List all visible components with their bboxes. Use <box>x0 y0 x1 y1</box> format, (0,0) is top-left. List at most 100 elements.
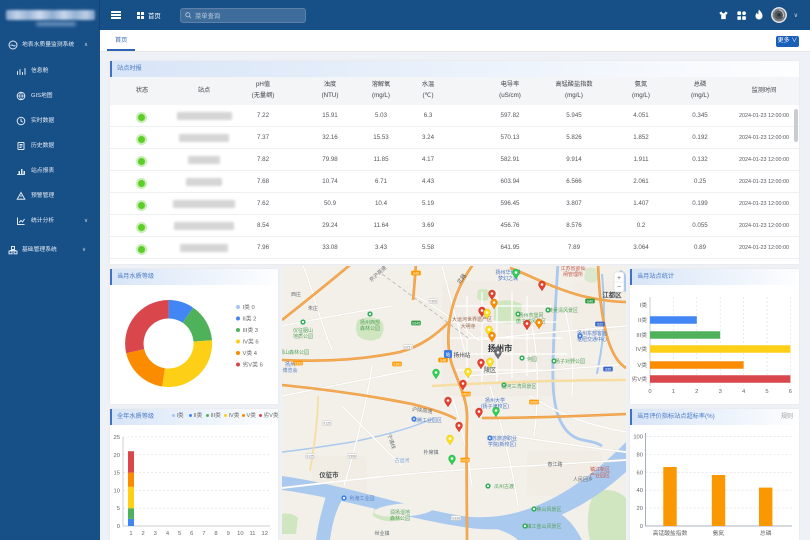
svg-text:西庄: 西庄 <box>291 291 301 298</box>
svg-text:扬州市堡冈: 扬州市堡冈 <box>518 312 543 319</box>
svg-text:G4011: G4011 <box>460 459 470 463</box>
svg-text:12: 12 <box>261 531 267 537</box>
svg-text:朱庄: 朱庄 <box>308 305 318 312</box>
svg-text:大明寺: 大明寺 <box>460 323 475 330</box>
svg-text:2: 2 <box>695 389 698 395</box>
svg-text:博览会: 博览会 <box>282 367 297 374</box>
svg-text:60: 60 <box>637 470 643 476</box>
svg-text:S086: S086 <box>530 401 538 405</box>
svg-text:25: 25 <box>114 435 120 441</box>
svg-text:枢纽交通中心: 枢纽交通中心 <box>577 336 607 343</box>
svg-text:氨氮: 氨氮 <box>713 529 725 537</box>
svg-text:3: 3 <box>154 531 157 537</box>
svg-text:地质公园: 地质公园 <box>293 333 313 340</box>
svg-text:扬州大学: 扬州大学 <box>485 397 505 404</box>
svg-text:10: 10 <box>114 488 120 494</box>
svg-text:镇江新区: 镇江新区 <box>590 466 610 473</box>
svg-text:G345: G345 <box>412 322 420 326</box>
svg-text:−: − <box>617 284 621 291</box>
svg-text:G40: G40 <box>587 300 593 304</box>
svg-text:S35: S35 <box>605 368 611 372</box>
svg-text:瓜州古渡: 瓜州古渡 <box>494 483 514 490</box>
svg-text:10: 10 <box>237 531 243 537</box>
svg-text:劣V类 6: 劣V类 6 <box>243 361 263 369</box>
svg-text:20: 20 <box>637 506 643 512</box>
svg-text:9: 9 <box>227 531 230 537</box>
svg-text:扬州: 扬州 <box>285 361 295 368</box>
svg-text:III类 3: III类 3 <box>243 326 258 334</box>
svg-text:X308: X308 <box>348 455 356 459</box>
svg-text:0: 0 <box>117 524 120 530</box>
svg-text:V类: V类 <box>637 361 647 369</box>
svg-text:5: 5 <box>178 531 181 537</box>
svg-text:1: 1 <box>129 531 132 537</box>
svg-text:何园: 何园 <box>527 356 537 363</box>
svg-text:仪征胭山: 仪征胭山 <box>293 327 313 334</box>
svg-text:II类 2: II类 2 <box>243 315 257 323</box>
svg-text:铜山森林公园: 铜山森林公园 <box>282 349 309 356</box>
svg-text:V类 4: V类 4 <box>243 349 258 357</box>
svg-text:100: 100 <box>633 435 643 441</box>
svg-text:站: 站 <box>446 351 451 358</box>
svg-text:学院(新校区): 学院(新校区) <box>488 441 517 448</box>
svg-text:I类: I类 <box>640 301 648 309</box>
svg-text:世业镇: 世业镇 <box>374 530 389 537</box>
svg-text:润扬湿地: 润扬湿地 <box>390 509 410 516</box>
svg-text:IV类: IV类 <box>636 345 647 353</box>
svg-text:仪征市: 仪征市 <box>318 470 339 479</box>
svg-text:朴席镇: 朴席镇 <box>423 449 438 456</box>
svg-text:2: 2 <box>141 531 144 537</box>
svg-text:8: 8 <box>214 531 217 537</box>
svg-text:II类: II类 <box>638 316 647 324</box>
svg-text:3: 3 <box>719 389 722 395</box>
svg-text:III类: III类 <box>636 331 647 339</box>
svg-text:4: 4 <box>742 389 746 395</box>
svg-text:0: 0 <box>640 524 643 530</box>
svg-text:江苏省邵仙: 江苏省邵仙 <box>560 266 585 272</box>
svg-text:0: 0 <box>648 389 651 395</box>
svg-text:扬子对野公园: 扬子对野公园 <box>555 358 585 365</box>
svg-text:利淹工业园: 利淹工业园 <box>349 495 374 502</box>
svg-text:运河三湾风景区: 运河三湾风景区 <box>501 383 536 390</box>
svg-text:6: 6 <box>789 389 792 395</box>
svg-text:焦山风景区: 焦山风景区 <box>536 506 561 513</box>
svg-text:7: 7 <box>202 531 205 537</box>
svg-text:S125: S125 <box>306 455 314 459</box>
svg-text:+: + <box>617 275 621 282</box>
svg-text:15: 15 <box>114 471 120 477</box>
svg-text:森林公园: 森林公园 <box>360 325 380 332</box>
svg-text:G328: G328 <box>452 517 460 521</box>
svg-text:X125: X125 <box>323 422 331 426</box>
svg-text:X306: X306 <box>429 300 437 304</box>
svg-text:6: 6 <box>190 531 193 537</box>
svg-text:扬州东部客运: 扬州东部客运 <box>577 330 607 337</box>
svg-text:镇江金山风景区: 镇江金山风景区 <box>526 523 561 530</box>
svg-text:5: 5 <box>117 506 120 512</box>
svg-text:森林公园: 森林公园 <box>390 515 410 522</box>
svg-text:11: 11 <box>249 531 255 537</box>
svg-text:S49: S49 <box>413 272 419 276</box>
svg-text:春江路: 春江路 <box>547 461 562 468</box>
svg-text:S48: S48 <box>440 359 446 363</box>
svg-text:劣V类: 劣V类 <box>632 375 648 383</box>
svg-text:扬州站: 扬州站 <box>454 351 471 359</box>
svg-text:古运河: 古运河 <box>394 457 409 464</box>
svg-text:黄吴清风景区: 黄吴清风景区 <box>548 307 578 314</box>
svg-text:江苏旅游职业: 江苏旅游职业 <box>487 435 517 442</box>
svg-text:80: 80 <box>637 453 643 459</box>
svg-text:I类 0: I类 0 <box>243 303 255 311</box>
svg-text:4: 4 <box>166 531 170 537</box>
svg-text:扬州西部: 扬州西部 <box>360 319 380 326</box>
svg-text:IV类 6: IV类 6 <box>243 338 259 346</box>
svg-text:高锰酸盐指数: 高锰酸盐指数 <box>653 529 688 537</box>
svg-text:华腾工业园区: 华腾工业园区 <box>412 417 442 424</box>
svg-text:20: 20 <box>114 453 120 459</box>
svg-text:5: 5 <box>765 389 768 395</box>
svg-text:G231: G231 <box>404 346 412 350</box>
svg-text:闸管理所: 闸管理所 <box>563 271 583 278</box>
svg-text:X353: X353 <box>393 363 401 367</box>
svg-text:40: 40 <box>637 488 643 494</box>
svg-text:1: 1 <box>672 389 675 395</box>
svg-text:总磷: 总磷 <box>760 529 772 537</box>
svg-text:人民回乡: 人民回乡 <box>573 477 593 483</box>
